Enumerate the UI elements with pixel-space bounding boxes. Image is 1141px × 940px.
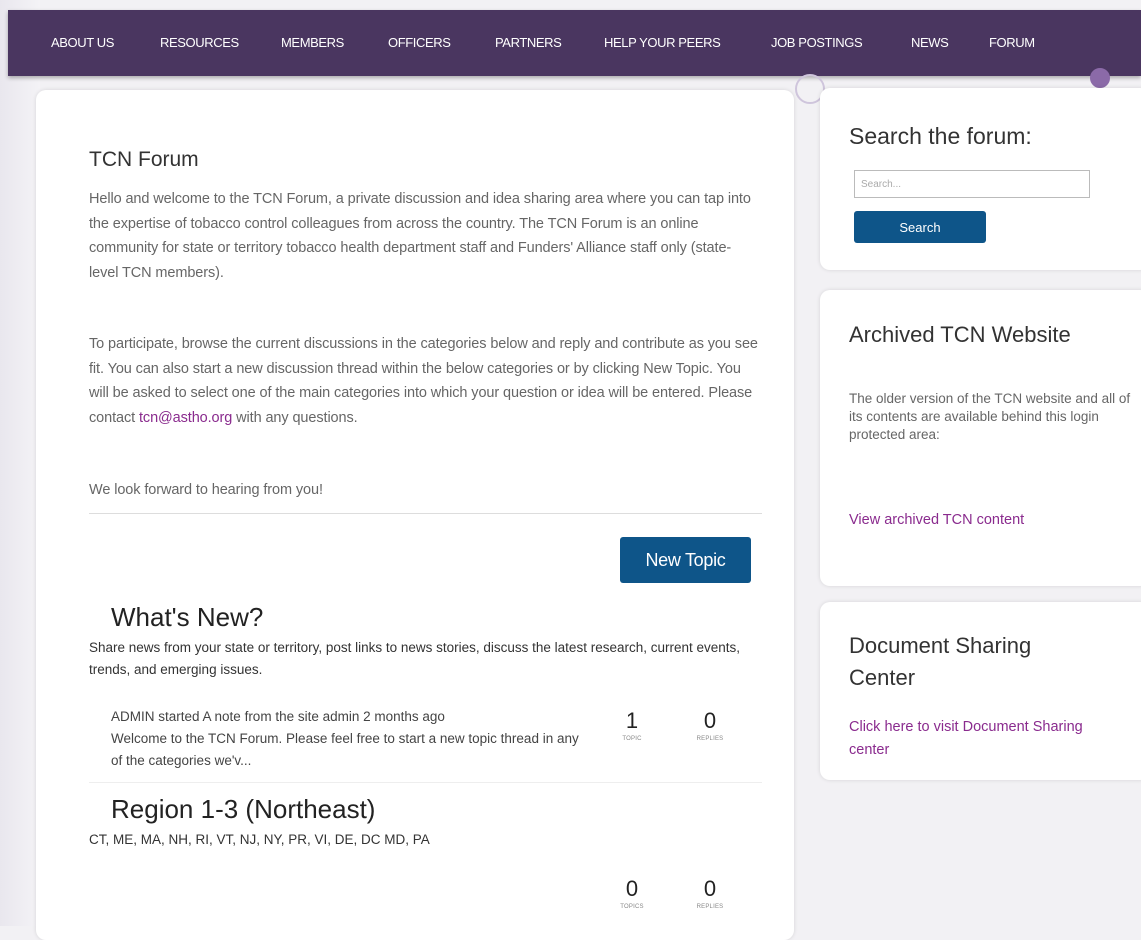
forum-main-card: TCN Forum Hello and welcome to the TCN F… [36, 90, 794, 940]
document-sharing-link[interactable]: Click here to visit Document Sharing cen… [849, 716, 1119, 762]
search-title: Search the forum: [849, 123, 1032, 149]
nav-resources[interactable]: RESOURCES [160, 35, 239, 50]
search-widget: Search the forum: Search [820, 88, 1141, 270]
nav-officers[interactable]: OFFICERS [388, 35, 451, 50]
contact-email-link[interactable]: tcn@astho.org [139, 410, 232, 426]
nav-members[interactable]: MEMBERS [281, 35, 344, 50]
latest-topic-excerpt: Welcome to the TCN Forum. Please feel fr… [111, 731, 579, 768]
nav-about-us[interactable]: ABOUT US [51, 35, 114, 50]
background-left [0, 0, 40, 926]
nav-partners[interactable]: PARTNERS [495, 35, 562, 50]
participate-text-end: with any questions. [232, 409, 358, 426]
search-button[interactable]: Search [854, 211, 986, 243]
nav-job-postings[interactable]: JOB POSTINGS [771, 35, 863, 50]
top-nav: ABOUT US RESOURCES MEMBERS OFFICERS PART… [8, 10, 1141, 76]
divider [89, 513, 762, 514]
replies-label: REPLIES [696, 736, 724, 742]
document-sharing-widget: Document Sharing Center Click here to vi… [820, 602, 1141, 780]
nav-news[interactable]: NEWS [911, 35, 949, 50]
category-description: Share news from your state or territory,… [89, 640, 741, 677]
closing-text: We look forward to hearing from you! [89, 482, 323, 498]
nav-help-your-peers[interactable]: HELP YOUR PEERS [604, 35, 721, 50]
topics-label: TOPIC [622, 736, 642, 742]
category-description: CT, ME, MA, NH, RI, VT, NJ, NY, PR, VI, … [89, 832, 430, 847]
divider [89, 782, 762, 783]
archive-link[interactable]: View archived TCN content [849, 509, 1024, 532]
new-topic-button[interactable]: New Topic [620, 537, 751, 583]
replies-label: REPLIES [696, 904, 724, 910]
archive-widget: Archived TCN Website The older version o… [820, 290, 1141, 586]
category-title-whats-new[interactable]: What's New? [111, 602, 263, 633]
archive-description: The older version of the TCN website and… [849, 391, 1131, 442]
participate-paragraph: To participate, browse the current discu… [89, 332, 759, 430]
replies-count: 0 [703, 876, 717, 901]
topics-label: TOPICS [620, 904, 644, 910]
nav-forum[interactable]: FORUM [989, 35, 1035, 50]
latest-topic-meta: ADMIN started A note from the site admin… [111, 709, 445, 724]
topics-count: 0 [625, 876, 639, 901]
page-title: TCN Forum [89, 148, 199, 171]
document-sharing-title: Document Sharing Center [849, 633, 1032, 690]
search-input[interactable] [854, 170, 1090, 198]
replies-count: 0 [703, 708, 717, 733]
category-title-region-1-3[interactable]: Region 1-3 (Northeast) [111, 794, 375, 825]
archive-title: Archived TCN Website [849, 322, 1071, 347]
intro-paragraph: Hello and welcome to the TCN Forum, a pr… [89, 191, 751, 281]
latest-topic-preview[interactable]: ADMIN started A note from the site admin… [111, 706, 586, 772]
decorative-dot [1090, 68, 1110, 88]
topics-count: 1 [625, 708, 639, 733]
